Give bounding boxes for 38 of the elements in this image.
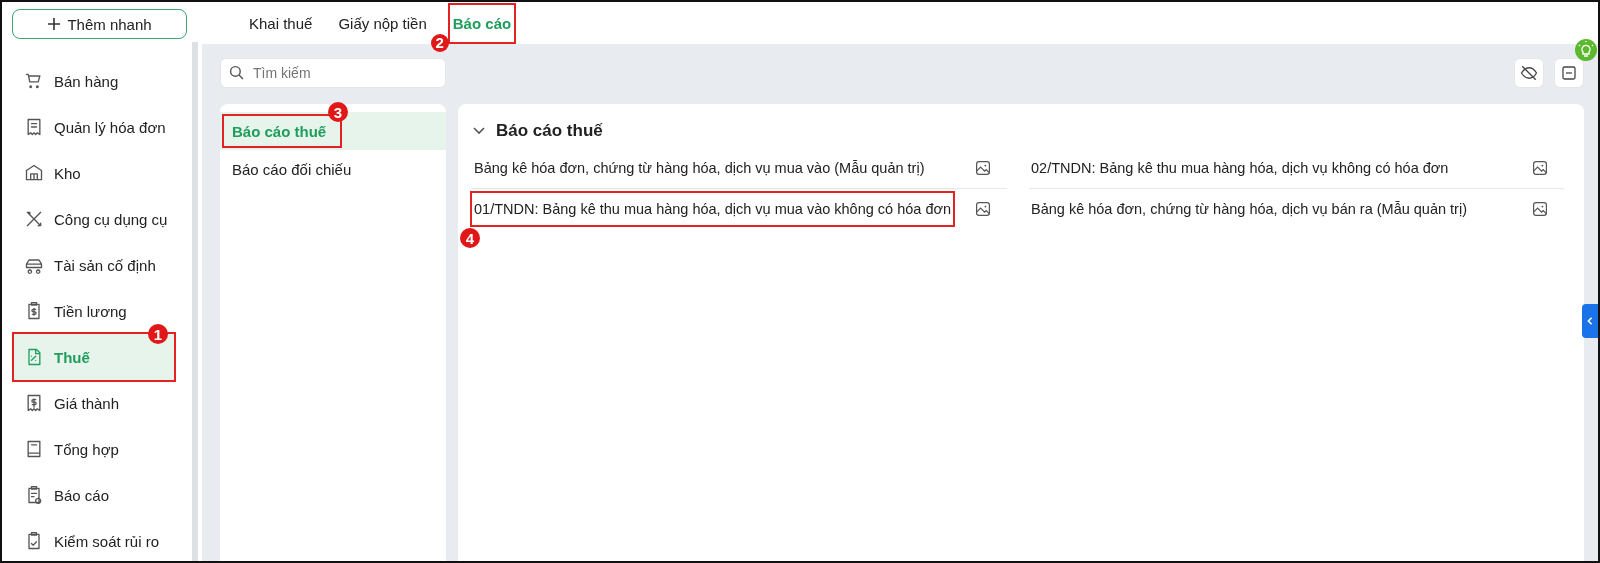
highlight-frame [447, 2, 517, 44]
chevron-left-icon [1586, 317, 1594, 325]
collapse-button[interactable] [1554, 58, 1584, 88]
report-link[interactable]: 02/TNDN: Bảng kê thu mua hàng hóa, dịch vụ không có hóa đơn [1029, 152, 1451, 184]
collapse-side-button[interactable] [1582, 304, 1598, 338]
menu-item-icon [24, 163, 44, 183]
report-link[interactable]: Bảng kê hóa đơn, chứng từ hàng hóa, dịch vụ bán ra (Mẫu quản trị) [1029, 193, 1469, 225]
sidebar-item[interactable]: Công cụ dụng cụ [14, 196, 174, 242]
sidebar-item[interactable]: Tổng hợp [14, 426, 174, 472]
image-icon[interactable] [975, 201, 991, 217]
image-icon[interactable] [975, 160, 991, 176]
hide-button[interactable] [1514, 58, 1544, 88]
section-title: Báo cáo thuế [496, 121, 603, 141]
sidebar-item[interactable]: Quản lý hóa đơn [14, 104, 174, 150]
quick-add-button[interactable]: Thêm nhanh [12, 9, 187, 39]
category-item[interactable]: Báo cáo đối chiếu [220, 150, 446, 188]
step-badge: 3 [328, 102, 348, 122]
sidebar-item[interactable]: Giá thành [14, 380, 174, 426]
sidebar-item[interactable]: Kiểm soát rủi ro [14, 518, 174, 561]
step-badge: 1 [148, 324, 168, 344]
tab[interactable]: Khai thuế [246, 4, 316, 42]
sidebar-item[interactable]: Kho [14, 150, 174, 196]
image-icon[interactable] [1532, 160, 1548, 176]
step-badge: 2 [430, 33, 449, 52]
plus-icon [47, 17, 62, 31]
search-field[interactable]: Tìm kiếm [220, 58, 446, 88]
minus-square-icon [1560, 64, 1578, 82]
image-icon[interactable] [1532, 201, 1548, 217]
step-badge: 4 [460, 228, 480, 248]
sidebar-item[interactable]: Báo cáo [14, 472, 174, 518]
report-link[interactable]: 01/TNDN: Bảng kê thu mua hàng hóa, dịch vụ mua vào không có hóa đơn [472, 193, 954, 225]
sidebar-item[interactable]: Tài sản cố định [14, 242, 174, 288]
menu-item-icon [24, 209, 44, 229]
search-icon [229, 65, 245, 81]
eye-off-icon [1520, 64, 1538, 82]
tab[interactable]: Giấy nộp tiền [335, 4, 430, 42]
sidebar-item[interactable]: Bán hàng [14, 58, 174, 104]
report-link[interactable]: Bảng kê hóa đơn, chứng từ hàng hóa, dịch vụ mua vào (Mẫu quản trị) [472, 152, 927, 184]
